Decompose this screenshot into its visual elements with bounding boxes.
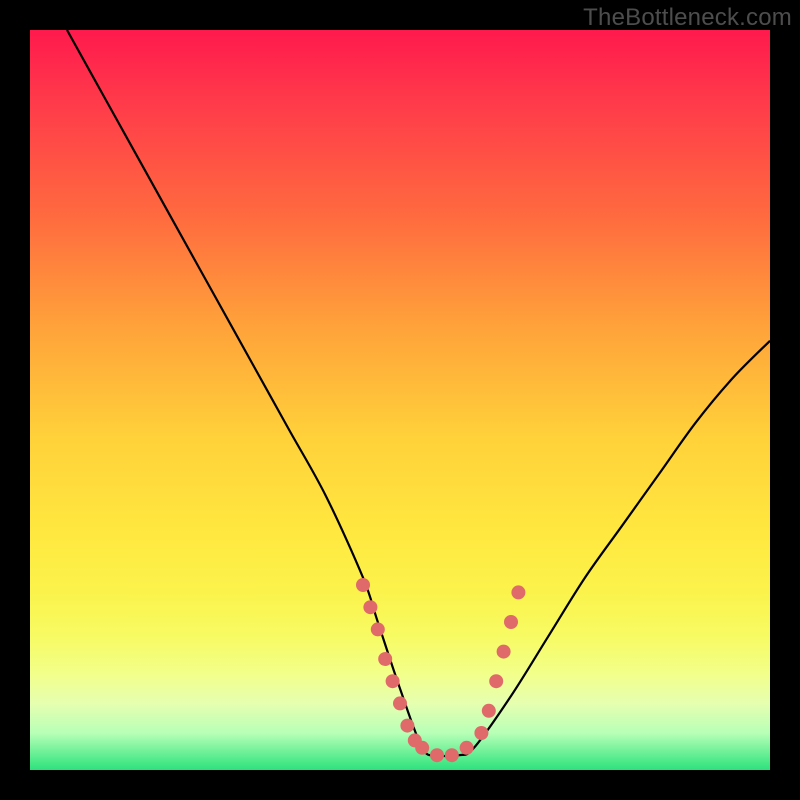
curve-marker [415, 741, 429, 755]
curve-marker [489, 674, 503, 688]
chart-svg [30, 30, 770, 770]
curve-marker [511, 585, 525, 599]
chart-frame [30, 30, 770, 770]
curve-marker [371, 622, 385, 636]
curve-marker [430, 748, 444, 762]
curve-marker [497, 645, 511, 659]
curve-marker [378, 652, 392, 666]
bottleneck-curve-path [67, 30, 770, 756]
curve-marker [460, 741, 474, 755]
watermark-label: TheBottleneck.com [583, 4, 792, 32]
curve-markers [356, 578, 525, 762]
curve-marker [356, 578, 370, 592]
curve-marker [386, 674, 400, 688]
curve-marker [363, 600, 377, 614]
curve-marker [504, 615, 518, 629]
curve-marker [445, 748, 459, 762]
curve-marker [482, 704, 496, 718]
curve-marker [474, 726, 488, 740]
curve-marker [400, 719, 414, 733]
curve-marker [393, 696, 407, 710]
